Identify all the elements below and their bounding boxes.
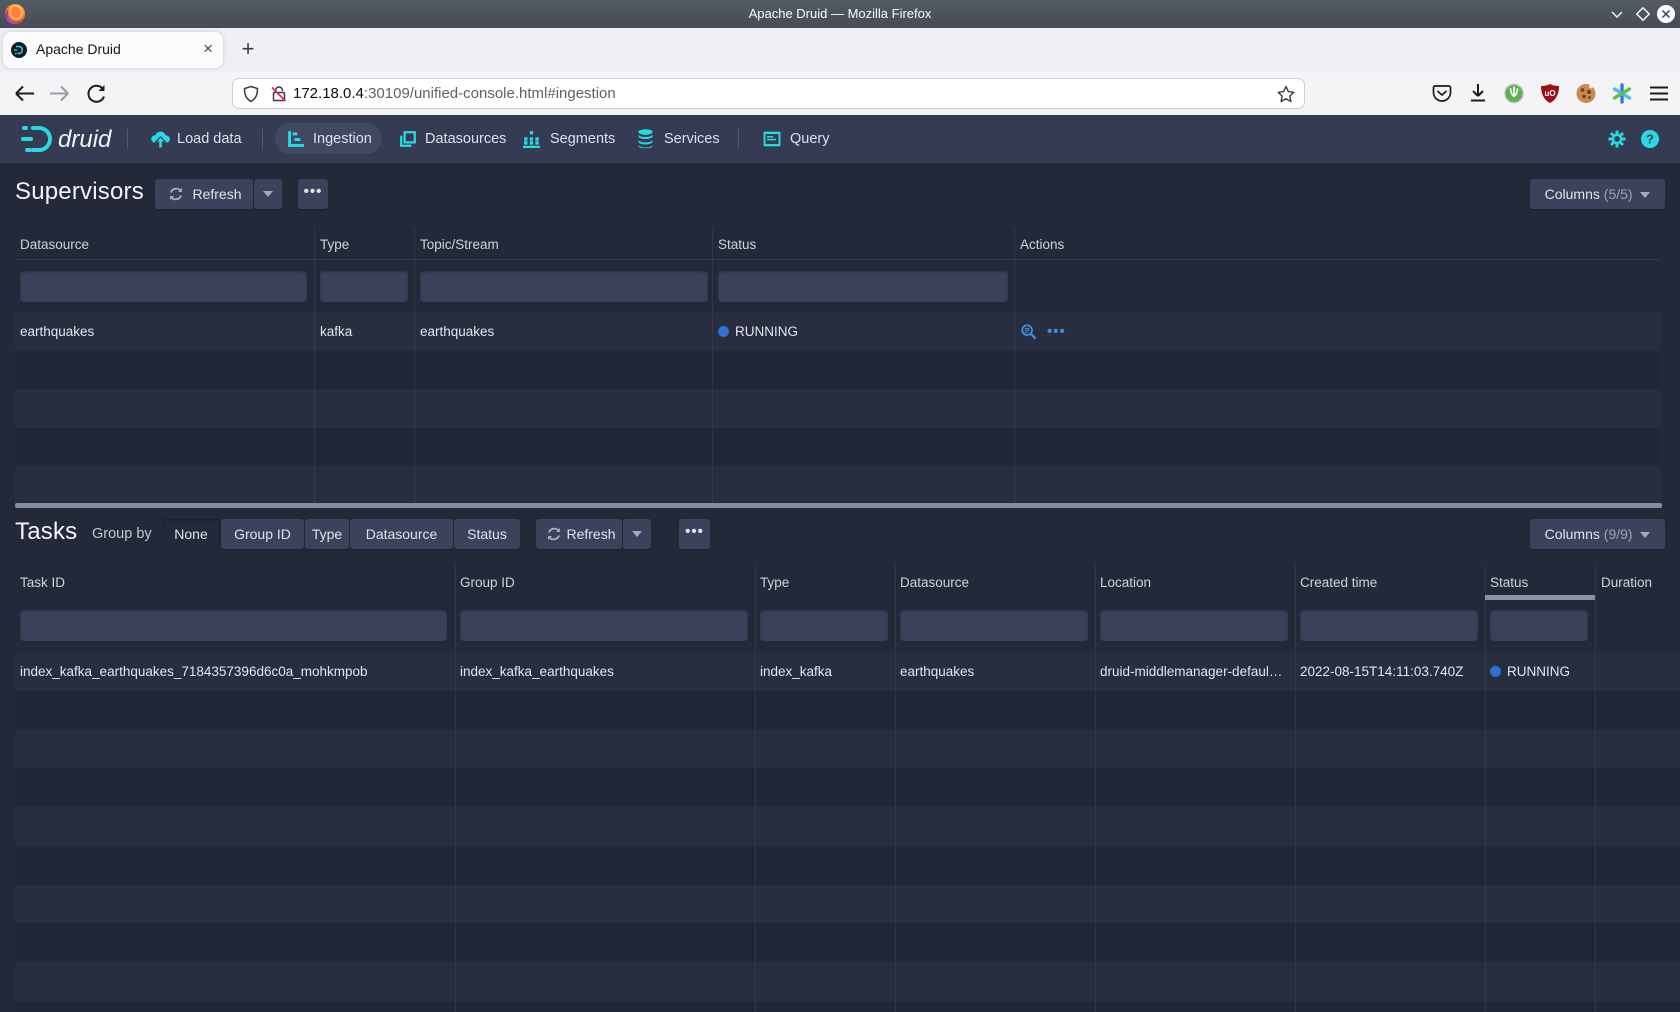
svg-text:?: ?	[1646, 132, 1654, 147]
svg-text:uO: uO	[1544, 89, 1555, 98]
svg-text:druid: druid	[58, 126, 112, 153]
